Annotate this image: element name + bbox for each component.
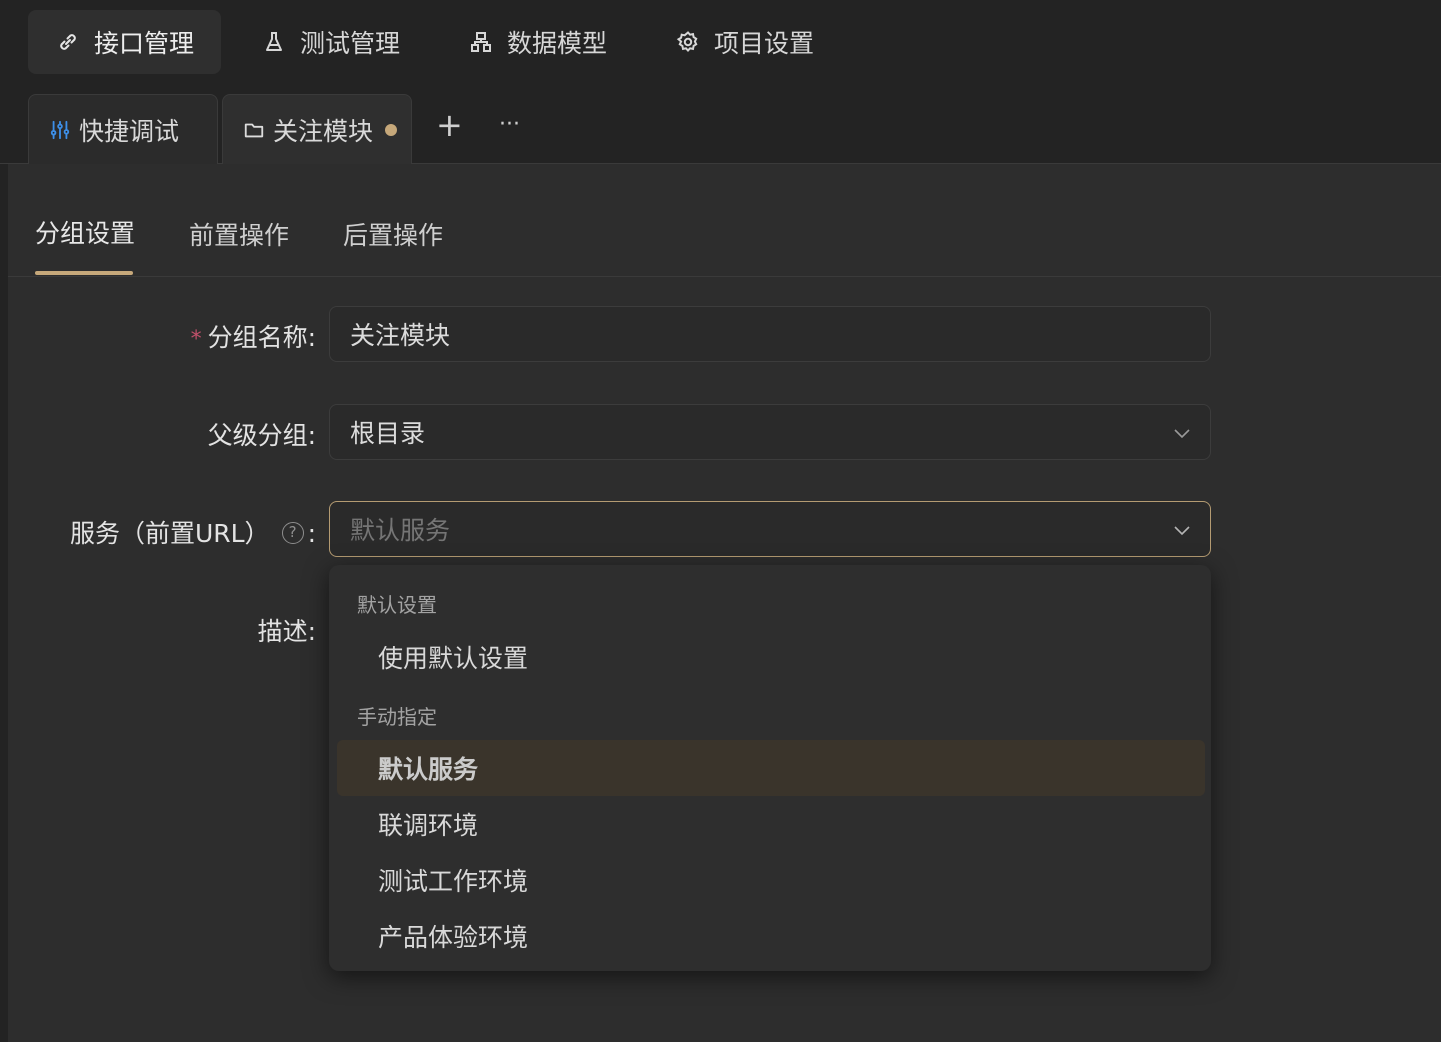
parent-group-value: 根目录: [350, 419, 426, 448]
required-mark: *: [190, 327, 202, 352]
tab-label: 关注模块: [273, 116, 374, 146]
help-icon[interactable]: ?: [281, 522, 304, 544]
description-label: 描述:: [257, 617, 316, 646]
sliders-icon: [50, 120, 70, 139]
editor-tab-bar: 快捷调试 关注模块 + ···: [0, 88, 1441, 164]
active-subtab-indicator: [35, 271, 133, 275]
nav-item-label: 测试管理: [300, 29, 401, 58]
settings-subtabs: 分组设置 前置操作 后置操作: [8, 164, 1441, 277]
tab-focus-module[interactable]: 关注模块: [222, 94, 412, 164]
subtab-post-operations[interactable]: 后置操作: [343, 216, 443, 252]
folder-icon: [244, 123, 264, 137]
group-name-value: 关注模块: [350, 321, 451, 350]
model-icon: [471, 32, 491, 52]
nav-item-label: 项目设置: [714, 29, 815, 58]
nav-item-project-settings[interactable]: 项目设置: [676, 10, 836, 74]
service-label-text: 服务（前置URL）: [69, 519, 270, 548]
tab-quick-debug[interactable]: 快捷调试: [28, 94, 218, 164]
parent-group-select[interactable]: 根目录: [329, 404, 1211, 460]
service-dropdown-menu: 默认设置 使用默认设置 手动指定 默认服务 联调环境 测试工作环境 产品体验环境: [329, 565, 1211, 971]
option-default-service[interactable]: 默认服务: [337, 740, 1205, 796]
more-tabs-button[interactable]: ···: [499, 112, 520, 137]
tab-label: 快捷调试: [79, 116, 180, 146]
option-group-title-default: 默认设置: [357, 593, 437, 617]
nav-item-label: 接口管理: [94, 29, 195, 58]
service-label-colon: :: [307, 519, 316, 548]
group-name-label: * 分组名称:: [191, 318, 316, 354]
nav-item-api-management[interactable]: 接口管理: [28, 10, 221, 74]
subtab-pre-operations[interactable]: 前置操作: [189, 216, 289, 252]
option-test-work-env[interactable]: 测试工作环境: [337, 852, 1205, 908]
top-navigation: 接口管理 测试管理 数据模型 项目设置: [0, 0, 1441, 88]
flask-icon: [266, 32, 282, 51]
service-select[interactable]: 默认服务: [329, 501, 1211, 557]
nav-item-label: 数据模型: [507, 29, 608, 58]
option-use-default-settings[interactable]: 使用默认设置: [337, 629, 1205, 685]
option-integration-env[interactable]: 联调环境: [337, 796, 1205, 852]
chevron-down-icon: [1174, 429, 1190, 439]
nav-item-test-management[interactable]: 测试管理: [262, 10, 422, 74]
chevron-down-icon: [1174, 526, 1190, 536]
group-name-input[interactable]: 关注模块: [329, 306, 1211, 362]
service-label: 服务（前置URL）?:: [70, 514, 316, 550]
option-product-experience-env[interactable]: 产品体验环境: [337, 908, 1205, 964]
service-placeholder: 默认服务: [350, 516, 451, 545]
group-name-label-text: 分组名称:: [207, 323, 316, 352]
gear-icon: [676, 31, 698, 52]
add-tab-button[interactable]: +: [436, 106, 463, 144]
nav-item-data-model[interactable]: 数据模型: [469, 10, 629, 74]
subtab-group-settings[interactable]: 分组设置: [35, 214, 135, 250]
unsaved-indicator-dot: [385, 123, 398, 136]
option-group-title-manual: 手动指定: [357, 705, 437, 729]
link-icon: [60, 34, 76, 50]
parent-group-label: 父级分组:: [207, 421, 316, 450]
